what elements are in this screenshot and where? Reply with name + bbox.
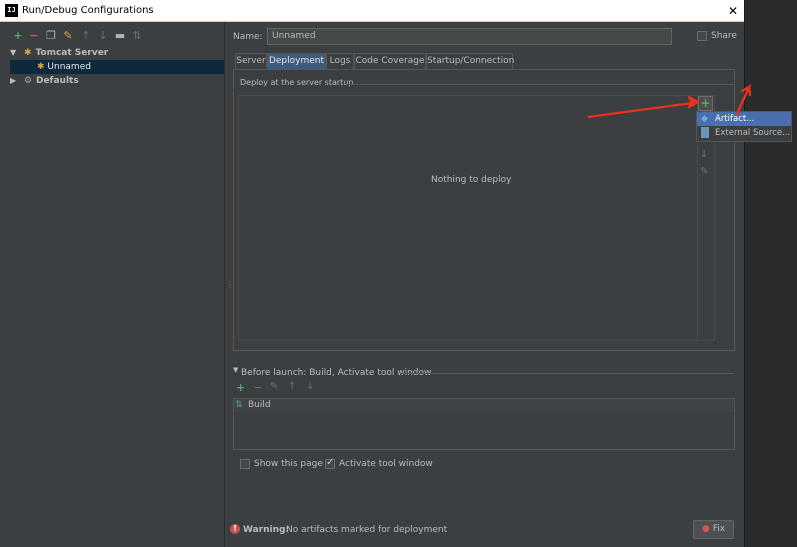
expand-down-icon[interactable]: ▼ <box>10 48 16 57</box>
move-up-icon[interactable]: ↑ <box>288 381 296 392</box>
remove-icon[interactable]: − <box>253 381 262 394</box>
activate-tool-window-checkbox[interactable]: ✓ <box>325 457 335 469</box>
name-label: Name: <box>233 32 263 42</box>
before-launch-item-build: Build <box>248 400 271 410</box>
tree-item-defaults[interactable]: ▶ ⚙ Defaults <box>10 74 79 88</box>
annotation-arrows <box>587 84 752 119</box>
arrow-to-artifact <box>735 84 752 116</box>
sort-icon[interactable]: ⇅ <box>131 30 143 42</box>
tree-label-defaults: Defaults <box>35 76 79 86</box>
nothing-to-deploy-text: Nothing to deploy <box>431 175 512 185</box>
tab-deployment[interactable]: Deployment <box>267 53 326 69</box>
deploy-list[interactable] <box>238 95 715 341</box>
remove-icon[interactable]: − <box>28 30 40 42</box>
tab-server[interactable]: Server <box>235 53 267 69</box>
copy-icon[interactable]: ❐ <box>45 30 57 42</box>
deploy-section-label: Deploy at the server startup <box>240 78 354 87</box>
tab-startup-connection[interactable]: Startup/Connection <box>426 53 514 69</box>
tree-item-unnamed[interactable]: ✱ Unnamed <box>37 60 91 74</box>
add-icon[interactable]: + <box>12 30 24 42</box>
intellij-app-icon: IJ <box>5 4 18 17</box>
warning-icon: ! <box>230 524 240 534</box>
arrow-to-plus <box>587 95 700 119</box>
bulb-icon: ● <box>701 524 710 534</box>
edit-defaults-icon[interactable]: ✎ <box>62 30 74 42</box>
name-input[interactable]: Unnamed <box>267 28 672 45</box>
move-down-icon[interactable]: ↓ <box>306 381 314 392</box>
share-label: Share <box>711 31 737 41</box>
expand-right-icon[interactable]: ▶ <box>10 76 16 85</box>
before-launch-divider <box>400 373 734 374</box>
show-page-label: Show this page <box>254 459 323 469</box>
move-down-icon[interactable]: ↓ <box>700 149 708 160</box>
folder-icon[interactable]: ▬ <box>114 30 126 42</box>
tree-label-tomcat-server: Tomcat Server <box>35 48 109 58</box>
tomcat-icon: ✱ <box>37 62 45 72</box>
tab-code-coverage[interactable]: Code Coverage <box>354 53 426 69</box>
fix-label: Fix <box>712 524 726 534</box>
check-icon: ✓ <box>326 457 335 468</box>
collapse-down-icon[interactable]: ▼ <box>233 366 238 374</box>
menu-item-external-source[interactable]: External Source... <box>697 126 791 140</box>
configurations-panel <box>1 23 225 547</box>
tree-label-unnamed: Unnamed <box>47 62 91 72</box>
tab-logs[interactable]: Logs <box>326 53 354 69</box>
move-down-icon[interactable]: ↓ <box>97 30 109 42</box>
share-checkbox[interactable] <box>697 31 707 41</box>
edit-icon[interactable]: ✎ <box>270 381 278 392</box>
list-item[interactable] <box>234 399 734 412</box>
warning-text: No artifacts marked for deployment <box>286 525 448 535</box>
warning-label: Warning: <box>243 525 290 535</box>
panel-splitter[interactable]: ⋮ <box>226 280 234 290</box>
tree-item-tomcat-server[interactable]: ▼ ✱ Tomcat Server <box>10 46 108 60</box>
move-up-icon[interactable]: ↑ <box>80 30 92 42</box>
window-title: Run/Debug Configurations <box>22 5 154 16</box>
add-icon[interactable]: + <box>236 381 245 394</box>
defaults-icon: ⚙ <box>24 76 33 86</box>
fix-button[interactable]: ● Fix <box>693 520 734 539</box>
build-icon: ⇅ <box>235 400 243 410</box>
show-page-checkbox[interactable] <box>240 459 250 469</box>
edit-icon[interactable]: ✎ <box>700 166 708 177</box>
tomcat-icon: ✱ <box>24 48 32 58</box>
external-source-icon <box>701 127 709 138</box>
close-icon[interactable]: ✕ <box>726 3 740 19</box>
activate-tool-window-label: Activate tool window <box>339 459 433 469</box>
